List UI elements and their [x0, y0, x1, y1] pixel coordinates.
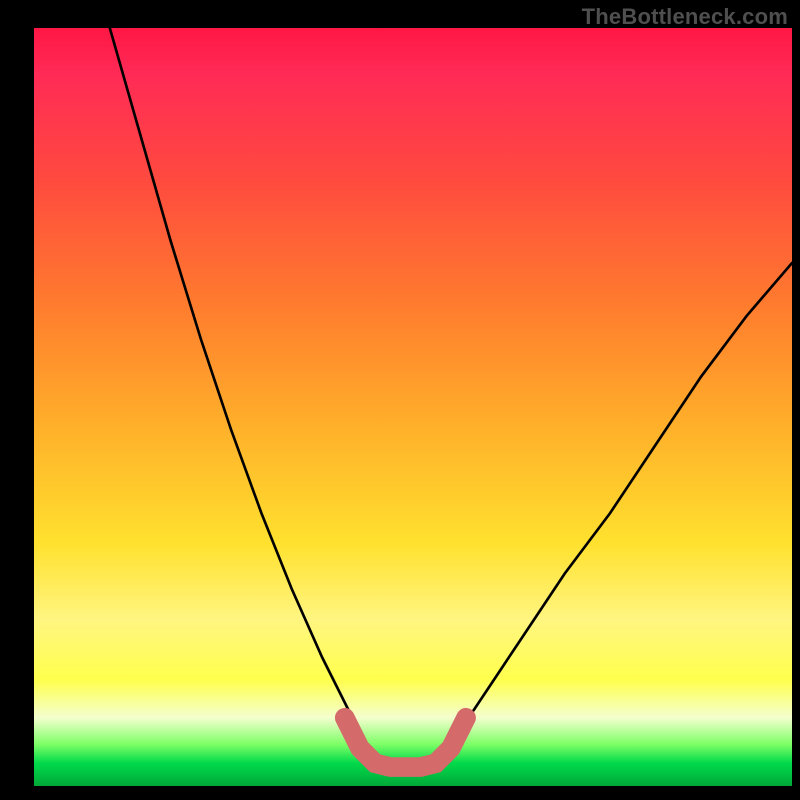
chart-frame: TheBottleneck.com: [0, 0, 800, 800]
plot-background-gradient: [34, 28, 792, 786]
watermark-label: TheBottleneck.com: [582, 4, 788, 30]
